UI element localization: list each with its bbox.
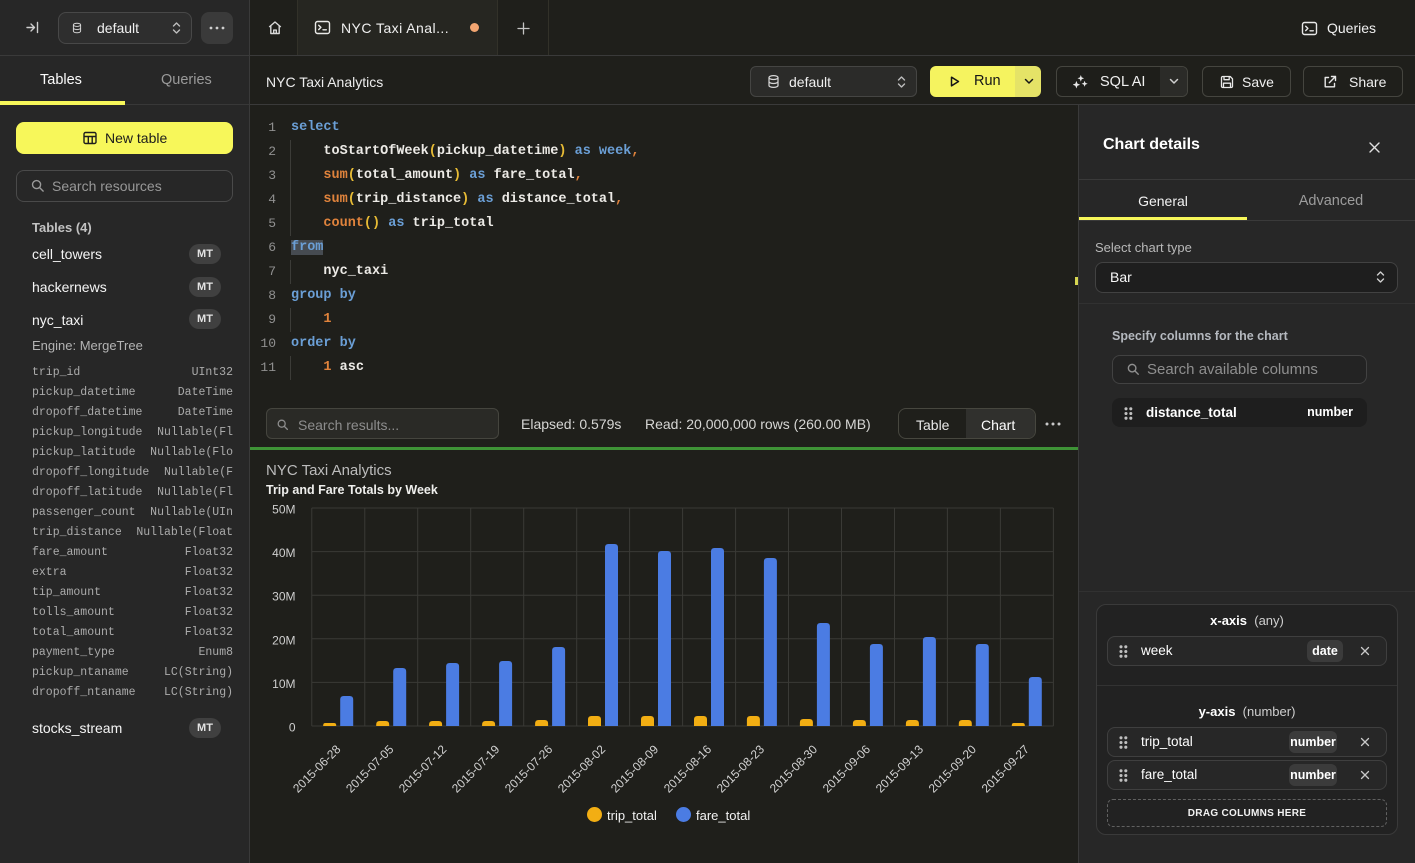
svg-text:2015-07-26: 2015-07-26 — [502, 742, 556, 796]
svg-text:30M: 30M — [272, 590, 295, 604]
svg-text:trip_total: trip_total — [607, 808, 657, 823]
svg-text:0: 0 — [289, 721, 296, 735]
svg-text:2015-09-27: 2015-09-27 — [979, 742, 1033, 796]
svg-text:2015-09-13: 2015-09-13 — [873, 742, 927, 796]
svg-text:2015-07-05: 2015-07-05 — [343, 742, 397, 796]
svg-text:2015-09-06: 2015-09-06 — [820, 742, 874, 796]
svg-text:2015-07-19: 2015-07-19 — [449, 742, 503, 796]
svg-text:2015-07-12: 2015-07-12 — [396, 742, 450, 796]
svg-text:Trip and Fare Totals by Week: Trip and Fare Totals by Week — [266, 483, 438, 497]
svg-text:2015-08-30: 2015-08-30 — [767, 742, 821, 796]
svg-text:2015-08-23: 2015-08-23 — [714, 742, 768, 796]
svg-text:50M: 50M — [272, 503, 295, 517]
svg-text:2015-08-09: 2015-08-09 — [608, 742, 662, 796]
svg-text:40M: 40M — [272, 546, 295, 560]
svg-text:2015-08-02: 2015-08-02 — [555, 742, 609, 796]
svg-text:2015-09-20: 2015-09-20 — [926, 742, 980, 796]
svg-text:20M: 20M — [272, 633, 295, 647]
svg-text:2015-06-28: 2015-06-28 — [290, 742, 344, 796]
svg-text:10M: 10M — [272, 677, 295, 691]
svg-text:fare_total: fare_total — [696, 808, 750, 823]
svg-text:NYC Taxi Analytics: NYC Taxi Analytics — [266, 462, 392, 479]
svg-text:2015-08-16: 2015-08-16 — [661, 742, 715, 796]
